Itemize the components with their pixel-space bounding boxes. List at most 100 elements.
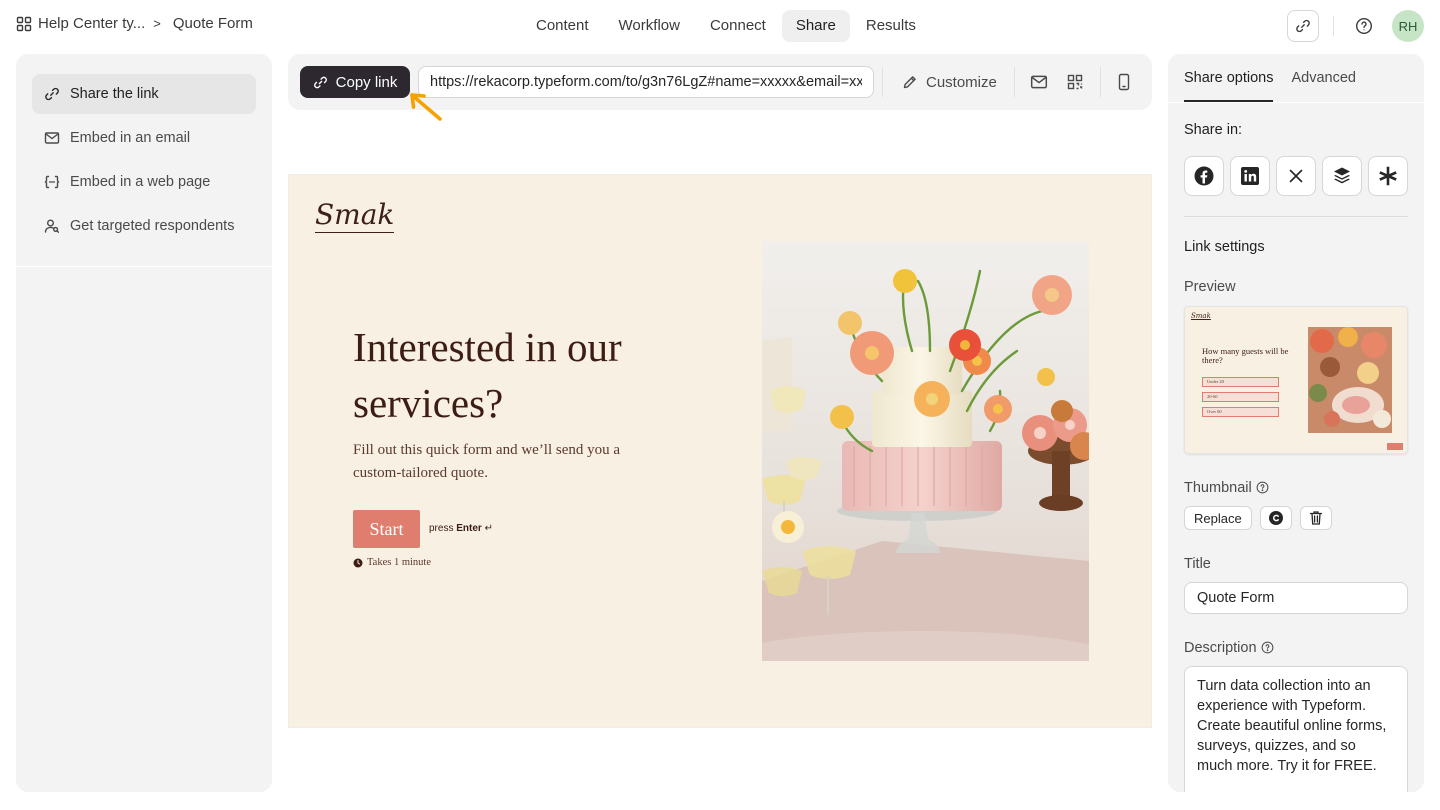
- trash-icon: [1309, 510, 1323, 526]
- breadcrumb: Help Center ty... > Quote Form: [16, 15, 253, 32]
- preview-photo: [1308, 327, 1392, 433]
- form-subtext: Fill out this quick form and we’ll send …: [353, 442, 621, 481]
- tab-share[interactable]: Share: [781, 10, 850, 42]
- breadcrumb-separator: >: [153, 16, 161, 31]
- buffer-icon: [1332, 166, 1352, 186]
- thumbnail-label: Thumbnail: [1184, 480, 1269, 496]
- facebook-icon: [1194, 166, 1214, 186]
- linkedin-icon: [1240, 166, 1260, 186]
- toolbar-divider: [1014, 67, 1015, 97]
- preview-question: How many guests will be there?: [1202, 346, 1289, 365]
- link-icon: [44, 86, 60, 102]
- start-button[interactable]: Start: [353, 510, 420, 548]
- tab-share-options[interactable]: Share options: [1184, 54, 1274, 102]
- copy-link-header-button[interactable]: [1287, 10, 1319, 42]
- mobile-icon: [1117, 73, 1131, 91]
- form-preview: Smak Interested in our services? Fill ou…: [288, 174, 1152, 728]
- link-settings-label: Link settings: [1184, 239, 1265, 255]
- title-label: Title: [1184, 556, 1211, 572]
- link-preview-card: Smak How many guests will be there? Unde…: [1184, 306, 1408, 454]
- share-x-button[interactable]: [1276, 156, 1316, 196]
- mobile-preview-button[interactable]: [1112, 70, 1136, 94]
- help-circle-icon[interactable]: [1261, 641, 1274, 654]
- sidebar-item-label: Embed in an email: [70, 130, 191, 146]
- qr-code-button[interactable]: [1063, 70, 1087, 94]
- avatar[interactable]: RH: [1392, 10, 1424, 42]
- question-icon: [1355, 17, 1373, 35]
- social-share-buttons: [1184, 156, 1408, 196]
- sidebar-item-label: Share the link: [70, 86, 159, 102]
- duration-text: Takes 1 minute: [367, 557, 431, 568]
- cake-photo: [762, 241, 1089, 661]
- share-buffer-button[interactable]: [1322, 156, 1362, 196]
- share-method-list: Share the link Embed in an email Embed i…: [16, 54, 272, 246]
- duration-note: Takes 1 minute: [353, 557, 431, 568]
- copy-link-label: Copy link: [335, 73, 398, 91]
- tabs-divider: [1168, 102, 1424, 103]
- mail-icon: [1030, 73, 1048, 91]
- link-icon: [313, 75, 328, 90]
- thumbnail-label-text: Thumbnail: [1184, 480, 1252, 496]
- breadcrumb-workspace[interactable]: Help Center ty...: [38, 15, 145, 32]
- main-nav-tabs: Content Workflow Connect Share Results: [522, 10, 930, 42]
- description-label: Description: [1184, 640, 1274, 656]
- panel-tabs: Share options Advanced: [1184, 54, 1356, 102]
- tab-content[interactable]: Content: [522, 10, 603, 42]
- tab-workflow[interactable]: Workflow: [605, 10, 694, 42]
- description-field[interactable]: Turn data collection into an experience …: [1184, 666, 1408, 792]
- preview-option: 20-60: [1202, 392, 1279, 402]
- share-in-label: Share in:: [1184, 122, 1243, 138]
- share-linkedin-button[interactable]: [1230, 156, 1270, 196]
- breadcrumb-form[interactable]: Quote Form: [173, 15, 253, 32]
- preview-option: Over 60: [1202, 407, 1279, 417]
- enter-key-icon: ↵: [484, 523, 493, 534]
- replace-thumbnail-button[interactable]: Replace: [1184, 506, 1252, 530]
- tab-results[interactable]: Results: [852, 10, 930, 42]
- qr-code-icon: [1067, 74, 1083, 90]
- sidebar-item-embed-in-email[interactable]: Embed in an email: [32, 118, 256, 158]
- press-prefix: press: [429, 523, 454, 534]
- sidebar-divider: [16, 266, 272, 267]
- brand-logo: Smak: [315, 198, 395, 233]
- copy-link-button[interactable]: Copy link: [300, 66, 410, 98]
- top-bar: Help Center ty... > Quote Form Content W…: [0, 0, 1440, 52]
- toolbar-divider: [1100, 67, 1101, 97]
- press-enter-hint: press Enter ↵: [429, 523, 493, 534]
- sidebar-item-embed-in-web-page[interactable]: Embed in a web page: [32, 162, 256, 202]
- share-method-sidebar: Share the link Embed in an email Embed i…: [16, 54, 272, 792]
- share-url-field[interactable]: [418, 66, 874, 98]
- pencil-icon: [902, 74, 918, 90]
- customize-button[interactable]: Customize: [902, 66, 997, 98]
- preview-option: Under 20: [1202, 377, 1279, 387]
- linktree-icon: [1378, 166, 1398, 186]
- share-linktree-button[interactable]: [1368, 156, 1408, 196]
- title-field[interactable]: Quote Form: [1184, 582, 1408, 614]
- toolbar-divider: [882, 67, 883, 97]
- mail-icon: [44, 130, 60, 146]
- help-button[interactable]: [1348, 10, 1380, 42]
- x-icon: [1288, 168, 1304, 184]
- reset-thumbnail-button[interactable]: [1259, 506, 1292, 530]
- copyright-icon: [1268, 510, 1284, 526]
- header-divider: [1333, 16, 1334, 36]
- email-share-button[interactable]: [1027, 70, 1051, 94]
- tab-advanced[interactable]: Advanced: [1291, 54, 1356, 102]
- sidebar-item-label: Get targeted respondents: [70, 218, 235, 234]
- clock-icon: [353, 558, 363, 568]
- preview-brand: Smak: [1191, 312, 1211, 320]
- code-brackets-icon: [44, 174, 60, 190]
- share-facebook-button[interactable]: [1184, 156, 1224, 196]
- preview-button: [1387, 443, 1403, 450]
- sidebar-item-label: Embed in a web page: [70, 174, 211, 190]
- help-circle-icon[interactable]: [1256, 481, 1269, 494]
- user-search-icon: [44, 218, 60, 234]
- tab-connect[interactable]: Connect: [696, 10, 780, 42]
- press-key: Enter: [456, 523, 482, 534]
- description-label-text: Description: [1184, 640, 1257, 656]
- delete-thumbnail-button[interactable]: [1299, 506, 1332, 530]
- sidebar-item-get-targeted-respondents[interactable]: Get targeted respondents: [32, 206, 256, 246]
- grid-icon[interactable]: [16, 16, 32, 32]
- link-icon: [1295, 18, 1311, 34]
- preview-label: Preview: [1184, 279, 1236, 295]
- sidebar-item-share-the-link[interactable]: Share the link: [32, 74, 256, 114]
